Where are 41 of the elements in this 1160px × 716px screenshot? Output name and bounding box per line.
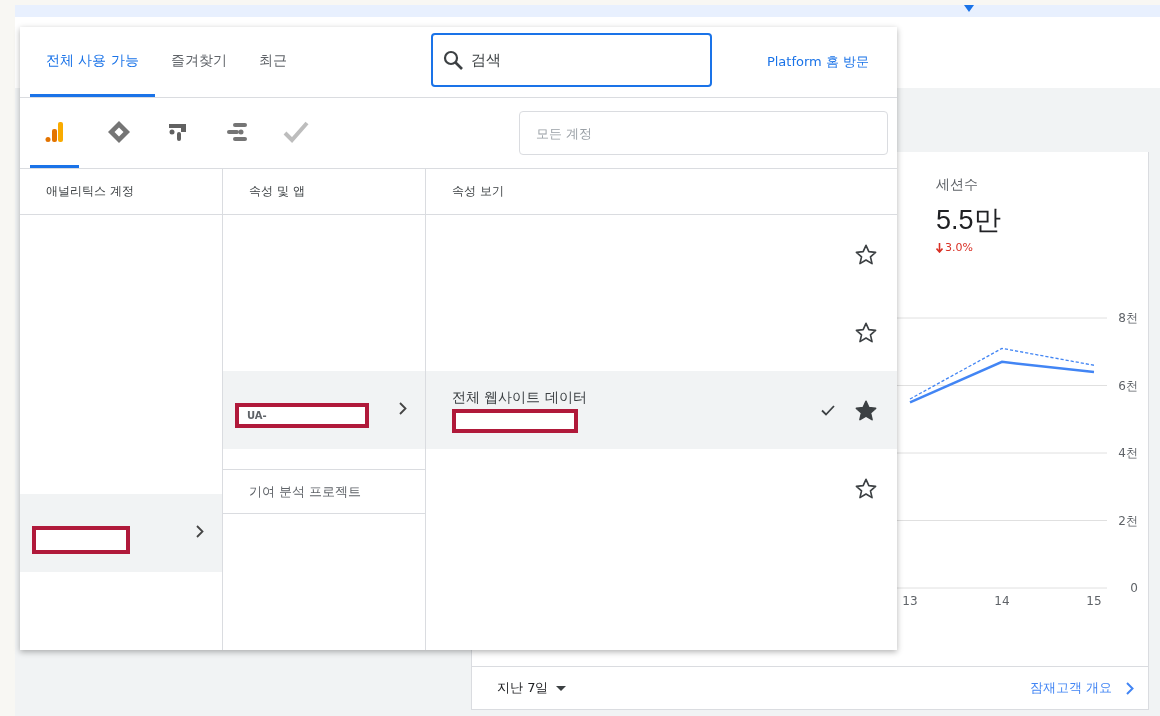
attribution-project-item[interactable]: 기여 분석 프로젝트 [223, 469, 425, 514]
check-icon [282, 120, 309, 143]
account-item[interactable] [20, 494, 222, 572]
view-row[interactable]: 전체 웹사이트 데이터 [426, 371, 897, 449]
tab[interactable]: 최근 [242, 27, 303, 97]
chevron-right-icon [399, 402, 407, 415]
chevron-right-icon [1126, 681, 1134, 695]
platform-home-link[interactable]: Platform 홈 방문 [760, 52, 875, 72]
bar-chart-icon [43, 120, 66, 143]
down-arrow-icon [936, 242, 943, 253]
filled-star-icon[interactable] [855, 399, 877, 421]
column-heading: 속성 보기 [426, 169, 897, 215]
caret-icon [556, 685, 567, 691]
axis-label: 4천 [1118, 446, 1138, 460]
axis-label: 8천 [1118, 311, 1138, 325]
date-range-dropdown[interactable]: 지난 7일 [497, 679, 567, 697]
axis-label: 0 [1130, 581, 1138, 595]
axis-label: 15 [1086, 594, 1102, 608]
account-filter-field[interactable]: 모든 계정 [519, 111, 888, 155]
property-id: UA- [235, 402, 369, 428]
star-icon[interactable] [855, 321, 877, 343]
property-item[interactable]: UA- [223, 371, 425, 449]
change-percent: 3.0% [945, 241, 973, 254]
sliders-icon [224, 121, 249, 142]
diamond-icon [106, 119, 131, 144]
tab[interactable]: 즐겨찾기 [154, 27, 243, 97]
axis-label: 13 [902, 594, 918, 608]
audience-overview-link[interactable]: 잠재고객 개요 [1029, 679, 1134, 697]
column-heading: 속성 및 앱 [223, 169, 425, 215]
chevron-right-icon [196, 525, 204, 538]
column-heading: 애널리틱스 계정 [20, 169, 222, 215]
tab[interactable]: 전체 사용 가능 [30, 27, 155, 97]
star-icon[interactable] [855, 477, 877, 499]
metric-value: 5.5만 [936, 204, 1001, 237]
axis-label: 14 [994, 594, 1010, 608]
metric-label: 세션수 [936, 176, 978, 194]
axis-label: 6천 [1118, 378, 1138, 393]
axis-label: 2천 [1118, 513, 1138, 528]
search-field[interactable]: 검색 [430, 33, 712, 87]
view-name: 전체 웹사이트 데이터 [452, 389, 587, 407]
star-icon[interactable] [855, 243, 877, 265]
